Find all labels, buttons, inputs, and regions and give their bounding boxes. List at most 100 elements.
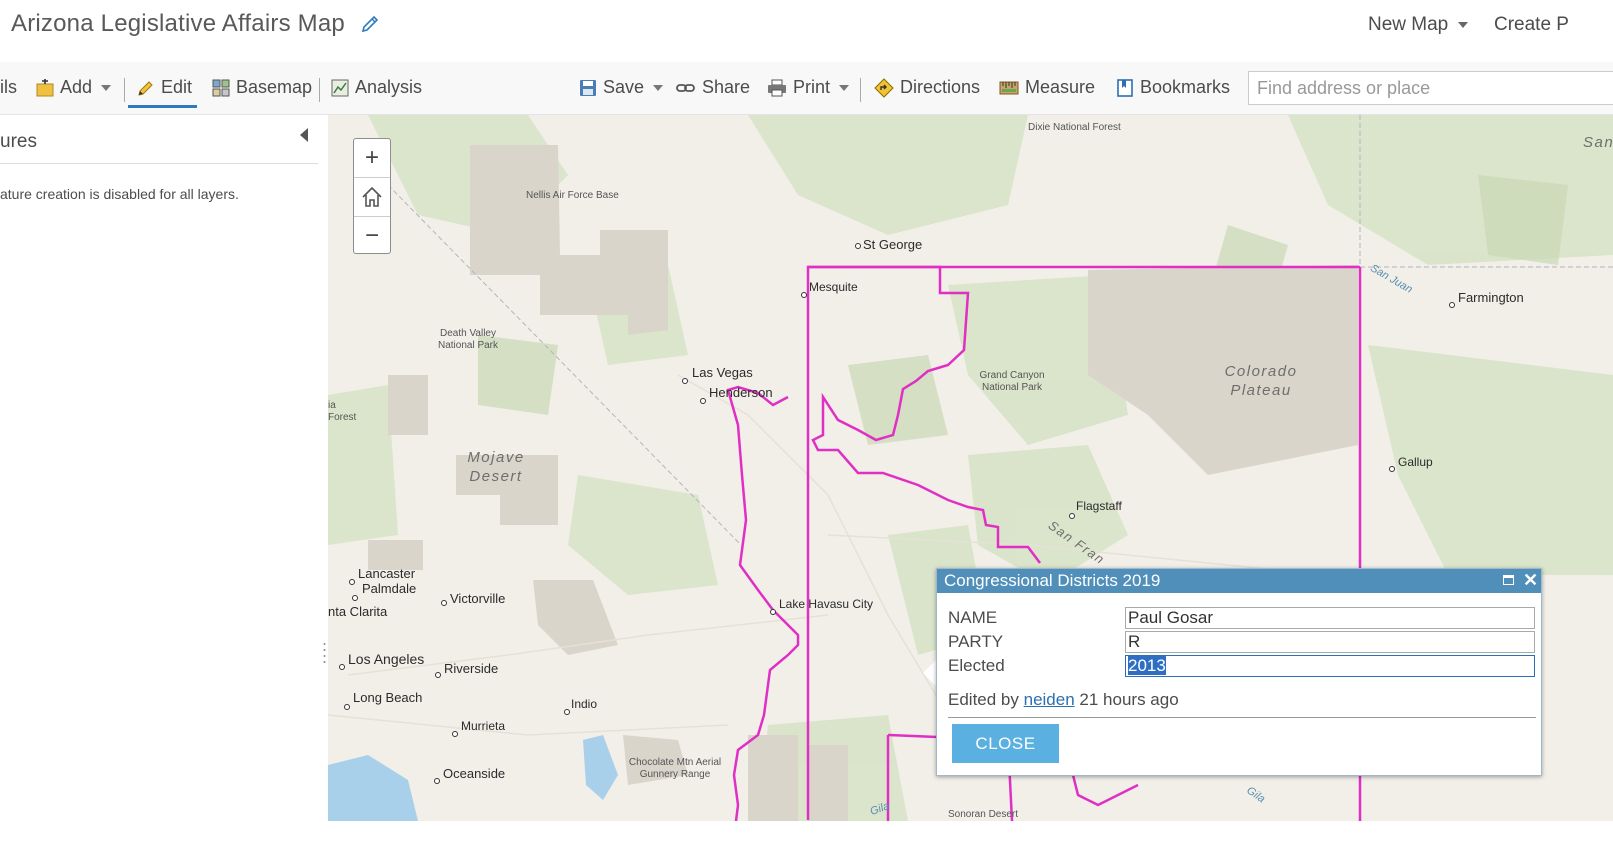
- add-layer-icon: [36, 78, 54, 96]
- city-marker: [1069, 513, 1075, 519]
- panel-title: ures: [0, 131, 37, 152]
- feature-popup: Congressional Districts 2019 ✕ NAME Paul…: [936, 568, 1542, 776]
- close-button[interactable]: CLOSE: [952, 724, 1059, 763]
- map-label-riverside: Riverside: [444, 661, 499, 676]
- map-label-oceanside: Oceanside: [443, 766, 506, 781]
- chevron-down-icon: [1457, 21, 1468, 28]
- measure-button[interactable]: Measure: [999, 77, 1095, 98]
- edit-active-indicator: [128, 105, 197, 108]
- home-button[interactable]: [354, 178, 390, 215]
- collapse-panel-arrow-icon[interactable]: [300, 128, 308, 142]
- share-label: Share: [702, 77, 751, 97]
- home-icon: [362, 186, 382, 207]
- city-marker: [435, 672, 441, 678]
- edited-by-label: Edited by: [948, 690, 1019, 709]
- elected-field-selected-text: 2013: [1128, 656, 1166, 675]
- field-label-name: NAME: [948, 608, 998, 627]
- map-label-ia-forest: ia Forest: [328, 400, 357, 423]
- map-label-death-valley: Death Valley National Park: [437, 328, 499, 351]
- city-marker: [1389, 466, 1395, 472]
- map-label-san-mo: San Mo: [1583, 134, 1613, 151]
- create-presentation-link[interactable]: Create P: [1494, 14, 1569, 36]
- map-label-lancaster: Lancaster: [358, 566, 416, 581]
- directions-sign-icon: [874, 77, 894, 98]
- toolbar-divider: [860, 78, 861, 102]
- share-link-icon: [676, 83, 695, 92]
- bookmarks-button[interactable]: Bookmarks: [1116, 77, 1230, 98]
- map-title: Arizona Legislative Affairs Map: [11, 10, 345, 37]
- basemap-button[interactable]: Basemap: [212, 77, 312, 98]
- map-label-victorville: Victorville: [450, 591, 506, 606]
- elected-field[interactable]: 2013: [1125, 655, 1535, 677]
- popup-header: Congressional Districts 2019 ✕: [937, 569, 1541, 593]
- save-label: Save: [603, 77, 645, 97]
- main-toolbar: ils Add Edit Basemap Analysis Save Share…: [0, 62, 1613, 115]
- edit-button[interactable]: Edit: [137, 77, 192, 98]
- city-marker: [770, 609, 776, 615]
- share-button[interactable]: Share: [676, 77, 750, 98]
- map-label-mesquite: Mesquite: [809, 280, 858, 294]
- toolbar-divider: [319, 78, 320, 102]
- chevron-down-icon: [839, 84, 850, 91]
- print-button[interactable]: Print: [767, 77, 850, 98]
- edit-label: Edit: [161, 77, 193, 97]
- details-label: ils: [0, 77, 17, 97]
- panel-splitter[interactable]: [318, 115, 328, 821]
- city-marker: [452, 731, 458, 737]
- add-button[interactable]: Add: [36, 77, 112, 98]
- map-label-colorado-plateau: Colorado Plateau: [1224, 363, 1298, 399]
- new-map-menu[interactable]: New Map: [1368, 14, 1468, 36]
- map-label-henderson: Henderson: [709, 385, 773, 400]
- analysis-icon: [331, 79, 349, 96]
- edit-title-pencil-icon[interactable]: [359, 13, 381, 35]
- chevron-down-icon: [101, 84, 112, 91]
- splitter-grip-icon[interactable]: [323, 640, 326, 666]
- printer-icon: [768, 79, 786, 96]
- zoom-in-button[interactable]: +: [354, 139, 390, 176]
- popup-divider: [948, 717, 1536, 718]
- edit-features-panel: ures ature creation is disabled for all …: [0, 115, 319, 821]
- city-marker: [855, 243, 861, 249]
- name-field[interactable]: Paul Gosar: [1125, 607, 1535, 629]
- city-marker: [344, 704, 350, 710]
- popup-title: Congressional Districts 2019: [944, 571, 1161, 590]
- map-label-santa-clarita: nta Clarita: [328, 604, 388, 619]
- map-label-grand-canyon: Grand Canyon National Park: [979, 370, 1045, 393]
- pencil-icon: [138, 80, 153, 96]
- editor-user-link[interactable]: neiden: [1024, 690, 1075, 709]
- map-label-dixie: Dixie National Forest: [1028, 122, 1121, 133]
- basemap-label: Basemap: [236, 77, 313, 97]
- save-button[interactable]: Save: [579, 77, 664, 98]
- zoom-out-button[interactable]: −: [354, 217, 390, 254]
- directions-button[interactable]: Directions: [874, 77, 980, 98]
- measure-label: Measure: [1025, 77, 1096, 97]
- map-label-long-beach: Long Beach: [353, 690, 423, 705]
- new-map-label: New Map: [1368, 14, 1449, 35]
- ruler-icon: [999, 81, 1019, 94]
- bookmarks-label: Bookmarks: [1140, 77, 1231, 97]
- field-label-elected: Elected: [948, 656, 1005, 675]
- popup-pointer: [923, 660, 936, 686]
- details-button[interactable]: ils: [0, 77, 17, 98]
- toolbar-divider: [124, 78, 125, 102]
- analysis-button[interactable]: Analysis: [331, 77, 422, 98]
- close-icon[interactable]: ✕: [1523, 570, 1538, 591]
- maximize-icon[interactable]: [1503, 575, 1514, 585]
- city-marker: [801, 292, 807, 298]
- city-marker: [434, 778, 440, 784]
- feature-creation-message: ature creation is disabled for all layer…: [0, 186, 239, 202]
- map-label-gallup: Gallup: [1398, 455, 1433, 469]
- party-field[interactable]: R: [1125, 631, 1535, 653]
- add-label: Add: [60, 77, 93, 97]
- save-disk-icon: [580, 79, 596, 96]
- city-marker: [441, 600, 447, 606]
- address-search-box: [1248, 71, 1613, 105]
- city-marker: [564, 709, 570, 715]
- basemap-grid-icon: [212, 79, 230, 96]
- chevron-down-icon: [653, 84, 664, 91]
- analysis-label: Analysis: [355, 77, 423, 97]
- address-search-input[interactable]: [1255, 72, 1613, 104]
- bookmarks-icon: [1117, 78, 1133, 97]
- city-marker: [682, 378, 688, 384]
- zoom-controls: + −: [353, 138, 391, 254]
